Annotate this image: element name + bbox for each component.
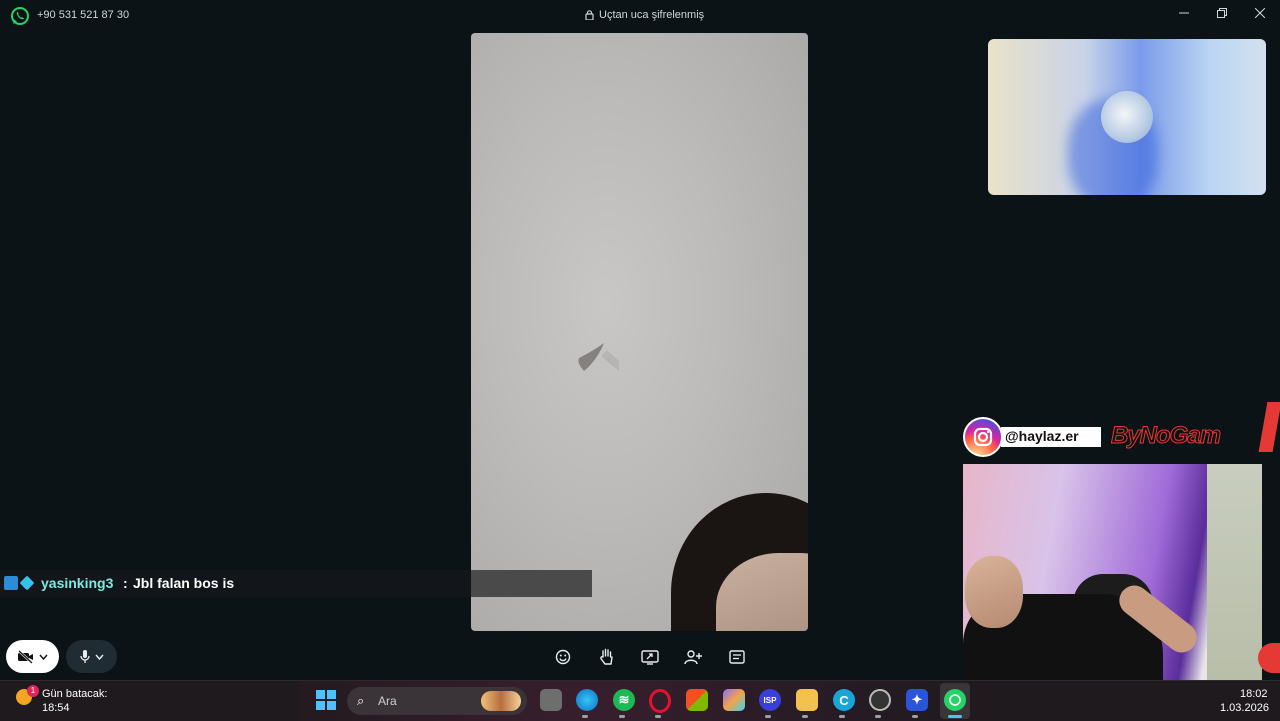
weather-badge: 1 bbox=[27, 685, 39, 697]
emoji-icon bbox=[555, 649, 571, 665]
more-options-icon bbox=[729, 650, 745, 664]
restore-icon bbox=[1217, 8, 1227, 18]
running-indicator bbox=[765, 715, 771, 718]
whatsapp-taskbar-icon[interactable] bbox=[944, 689, 966, 711]
minimize-button[interactable] bbox=[1173, 5, 1195, 21]
add-participant-button[interactable] bbox=[682, 647, 704, 667]
running-indicator bbox=[839, 715, 845, 718]
spotify-icon[interactable]: ≋ bbox=[613, 689, 635, 711]
self-preview[interactable] bbox=[988, 39, 1266, 195]
active-indicator bbox=[948, 715, 962, 718]
badge-icon bbox=[4, 576, 18, 590]
remote-video bbox=[471, 33, 808, 631]
close-icon bbox=[1255, 8, 1265, 18]
overlay-red-accent bbox=[1258, 643, 1280, 673]
chat-username: yasinking3 bbox=[41, 575, 114, 591]
streamer-webcam bbox=[963, 464, 1262, 680]
window-titlebar: +90 531 521 87 30 Uçtan uca şifrelenmiş bbox=[0, 0, 1280, 32]
weather-time: 18:54 bbox=[42, 702, 70, 714]
whatsapp-icon bbox=[11, 7, 29, 25]
raise-hand-icon bbox=[600, 648, 613, 665]
search-icon: ⌕ bbox=[357, 693, 365, 708]
restore-button[interactable] bbox=[1211, 5, 1233, 21]
screen-share-icon bbox=[641, 650, 659, 665]
store-icon[interactable] bbox=[686, 689, 708, 711]
camera-off-icon bbox=[18, 649, 33, 664]
vpn-icon[interactable]: ISP bbox=[759, 689, 781, 711]
folder-icon[interactable] bbox=[796, 689, 818, 711]
copilot-icon[interactable] bbox=[723, 689, 745, 711]
close-button[interactable] bbox=[1249, 5, 1271, 21]
clock-time[interactable]: 18:02 bbox=[1240, 688, 1268, 700]
chat-badges bbox=[4, 575, 35, 591]
preview-avatar bbox=[1101, 91, 1153, 143]
chevron-down-icon bbox=[95, 654, 104, 660]
microphone-toggle-button[interactable] bbox=[66, 640, 117, 673]
ccleaner-icon[interactable]: C bbox=[833, 689, 855, 711]
running-indicator bbox=[912, 715, 918, 718]
weather-widget[interactable]: 1 bbox=[16, 685, 39, 707]
brand-logo-text: ByNoGam bbox=[1110, 422, 1221, 450]
chevron-down-icon bbox=[39, 654, 48, 660]
running-indicator bbox=[655, 715, 661, 718]
search-label: Ara bbox=[378, 694, 397, 708]
chat-separator: : bbox=[123, 575, 128, 591]
steam-icon[interactable]: ✦ bbox=[906, 689, 928, 711]
encryption-status: Uçtan uca şifrelenmiş bbox=[585, 9, 704, 21]
windows-taskbar: 1 Gün batacak: 18:54 ⌕ Ara ≋ ISP C ✦ 18:… bbox=[0, 680, 1280, 721]
camera-toggle-button[interactable] bbox=[6, 640, 59, 673]
running-indicator bbox=[582, 715, 588, 718]
instagram-icon bbox=[963, 417, 1003, 457]
opera-icon[interactable] bbox=[649, 689, 671, 713]
stream-chat-overlay: yasinking3 : Jbl falan bos is bbox=[0, 570, 592, 597]
file-explorer-icon[interactable] bbox=[540, 689, 562, 711]
more-options-button[interactable] bbox=[726, 647, 748, 667]
wall-mark bbox=[578, 343, 619, 372]
running-indicator bbox=[619, 715, 625, 718]
webcam-wall bbox=[1207, 464, 1262, 680]
microphone-icon bbox=[80, 649, 90, 663]
brand-accent bbox=[1258, 402, 1280, 452]
lock-icon bbox=[585, 10, 594, 20]
chat-overlay-shade bbox=[471, 570, 592, 597]
screen-share-button[interactable] bbox=[639, 647, 661, 667]
clock-date[interactable]: 1.03.2026 bbox=[1220, 702, 1269, 714]
taskbar-search[interactable]: ⌕ Ara bbox=[347, 687, 527, 715]
contact-phone: +90 531 521 87 30 bbox=[37, 9, 130, 21]
chat-message: Jbl falan bos is bbox=[133, 575, 235, 591]
running-indicator bbox=[875, 715, 881, 718]
webcam-head bbox=[965, 556, 1023, 628]
edge-icon[interactable] bbox=[576, 689, 598, 711]
obs-icon[interactable] bbox=[869, 689, 891, 711]
search-highlight-image bbox=[481, 691, 521, 711]
start-button[interactable] bbox=[316, 690, 336, 710]
encryption-label: Uçtan uca şifrelenmiş bbox=[599, 9, 705, 21]
instagram-banner: @haylaz.er ByNoGam bbox=[963, 402, 1280, 460]
diamond-icon bbox=[19, 575, 35, 591]
raise-hand-button[interactable] bbox=[596, 647, 618, 667]
instagram-handle: @haylaz.er bbox=[1005, 428, 1079, 444]
windows-logo-icon bbox=[316, 690, 325, 699]
weather-title: Gün batacak: bbox=[42, 688, 108, 700]
emoji-reaction-button[interactable] bbox=[552, 647, 574, 667]
minimize-icon bbox=[1179, 12, 1189, 14]
add-participant-icon bbox=[684, 650, 702, 665]
running-indicator bbox=[802, 715, 808, 718]
